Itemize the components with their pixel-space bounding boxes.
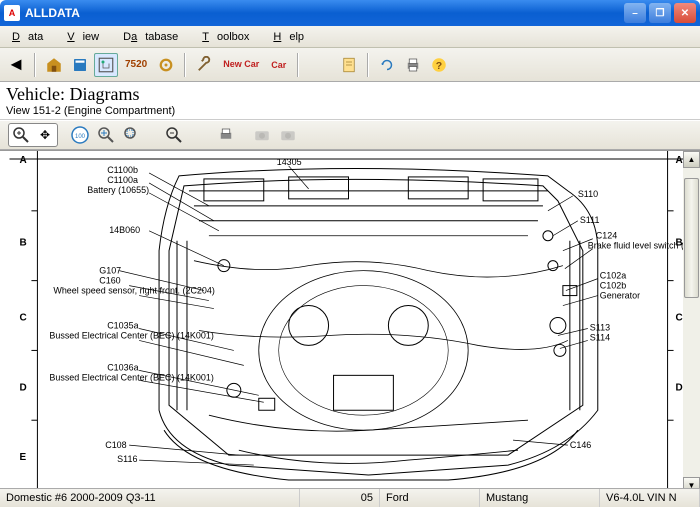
zoom-in-button[interactable] [9, 124, 33, 146]
titlebar: A ALLDATA – ❐ ✕ [0, 0, 700, 26]
menu-toolbox[interactable]: Toolbox [194, 29, 265, 45]
refresh-icon[interactable] [375, 53, 399, 77]
vertical-scrollbar[interactable]: ▲ ▼ [683, 151, 700, 494]
status-database: Domestic #6 2000-2009 Q3-11 [0, 489, 300, 507]
svg-text:C1035a: C1035a [107, 320, 138, 330]
scroll-track[interactable] [683, 168, 700, 477]
toolbar-separator [367, 53, 369, 77]
note-icon[interactable] [337, 53, 361, 77]
svg-text:Generator: Generator [600, 291, 640, 301]
status-engine: V6-4.0L VIN N [600, 489, 700, 507]
diagram-icon[interactable] [94, 53, 118, 77]
pan-button[interactable]: ✥ [33, 124, 57, 146]
wrench-icon[interactable] [192, 53, 216, 77]
content-header: Vehicle: Diagrams View 151-2 (Engine Com… [0, 82, 700, 120]
zoom-100-button[interactable]: 100 [68, 123, 92, 147]
camera2-icon[interactable] [276, 123, 300, 147]
main-toolbar: ◄ 7520 New Car Car ? [0, 48, 700, 82]
svg-text:G107: G107 [99, 266, 121, 276]
zoom-group: ✥ [8, 123, 58, 147]
svg-text:E: E [19, 452, 26, 463]
camera-icon[interactable] [250, 123, 274, 147]
svg-text:100: 100 [75, 134, 86, 140]
scroll-up-button[interactable]: ▲ [683, 151, 700, 168]
menu-view[interactable]: View [59, 29, 115, 45]
back-button[interactable]: ◄ [4, 53, 28, 77]
svg-text:S116: S116 [117, 454, 137, 464]
page-title: Vehicle: Diagrams [6, 84, 694, 105]
scroll-thumb[interactable] [684, 178, 699, 298]
statusbar: Domestic #6 2000-2009 Q3-11 05 Ford Must… [0, 488, 700, 507]
svg-text:Bussed Electrical Center (BEC): Bussed Electrical Center (BEC) (14K001) [49, 330, 214, 340]
svg-text:B: B [19, 238, 26, 249]
svg-text:C108: C108 [105, 440, 126, 450]
svg-text:C1100a: C1100a [107, 175, 138, 185]
svg-text:S114: S114 [590, 332, 610, 342]
svg-text:C102a: C102a [600, 271, 626, 281]
svg-text:C146: C146 [570, 440, 591, 450]
engine-diagram: A B C D E A B C D [0, 151, 700, 494]
help-icon[interactable]: ? [427, 53, 451, 77]
window-title: ALLDATA [25, 6, 624, 20]
svg-text:Wheel speed sensor, right fron: Wheel speed sensor, right front. (2C204) [53, 286, 215, 296]
book-icon[interactable] [68, 53, 92, 77]
svg-text:S113: S113 [590, 322, 610, 332]
print-icon[interactable] [401, 53, 425, 77]
toolbar-separator [34, 53, 36, 77]
svg-text:D: D [676, 382, 683, 393]
zoom-fit-button[interactable] [94, 123, 118, 147]
app-icon: A [4, 5, 20, 21]
svg-text:C: C [676, 313, 683, 324]
new-car-button[interactable]: New Car [218, 53, 264, 77]
status-year: 05 [300, 489, 380, 507]
minimize-button[interactable]: – [624, 3, 646, 23]
svg-text:D: D [19, 382, 26, 393]
zoom-out-button[interactable] [162, 123, 186, 147]
svg-text:C1036a: C1036a [107, 362, 138, 372]
svg-text:Bussed Electrical Center (BEC): Bussed Electrical Center (BEC) (14K001) [49, 372, 214, 382]
toolbar-separator [297, 53, 299, 77]
home-icon[interactable] [42, 53, 66, 77]
svg-text:14B060: 14B060 [109, 225, 140, 235]
svg-text:C124: C124 [596, 231, 617, 241]
svg-text:14305: 14305 [277, 157, 302, 167]
svg-text:C160: C160 [99, 276, 120, 286]
menu-data[interactable]: Data [4, 29, 59, 45]
status-make: Ford [380, 489, 480, 507]
diagram-viewport[interactable]: A B C D E A B C D [0, 150, 700, 494]
menu-help[interactable]: Help [265, 29, 320, 45]
svg-text:Battery (10655): Battery (10655) [87, 185, 149, 195]
svg-text:C102b: C102b [600, 281, 626, 291]
menubar: Data View Database Toolbox Help [0, 26, 700, 48]
diagram-toolbar: ✥ 100 [0, 120, 700, 150]
toolbar-separator [184, 53, 186, 77]
svg-text:C: C [19, 313, 26, 324]
svg-text:C1100b: C1100b [107, 165, 138, 175]
maximize-button[interactable]: ❐ [649, 3, 671, 23]
print-diagram-button[interactable] [214, 123, 238, 147]
close-button[interactable]: ✕ [674, 3, 696, 23]
svg-text:?: ? [436, 59, 442, 71]
page-subtitle: View 151-2 (Engine Compartment) [6, 105, 694, 117]
car-button[interactable]: Car [266, 53, 291, 77]
svg-text:A: A [676, 155, 683, 166]
status-model: Mustang [480, 489, 600, 507]
svg-text:A: A [19, 155, 26, 166]
zoom-region-button[interactable] [120, 123, 144, 147]
svg-text:S111: S111 [580, 215, 600, 225]
parts-icon[interactable] [154, 53, 178, 77]
specs-icon[interactable]: 7520 [120, 53, 152, 77]
svg-text:S110: S110 [578, 189, 598, 199]
menu-database[interactable]: Database [115, 29, 194, 45]
